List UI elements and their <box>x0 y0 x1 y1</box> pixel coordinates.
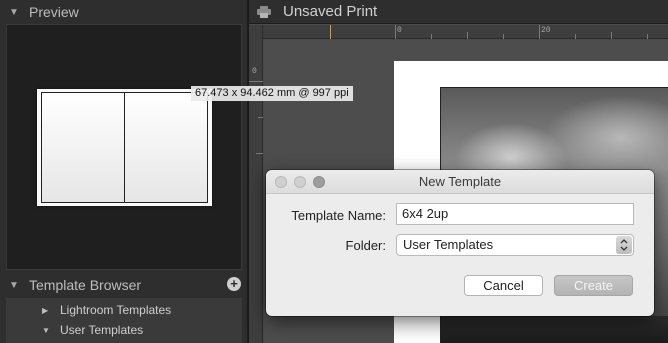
cancel-button[interactable]: Cancel <box>464 275 543 296</box>
template-browser-list: ▶ Lightroom Templates ▼ User Templates <box>6 298 242 343</box>
ruler-left: 0 <box>249 25 263 343</box>
preview-box <box>6 24 242 270</box>
dialog-title-bar: New Template <box>266 170 654 194</box>
create-button[interactable]: Create <box>554 275 633 296</box>
ruler-guide-marker[interactable] <box>330 25 331 39</box>
photo-dimensions-label: 67.473 x 94.462 mm @ 997 ppi <box>191 86 353 101</box>
layout-preview-page <box>37 89 212 206</box>
add-template-plus-icon[interactable]: + <box>227 277 241 291</box>
printer-icon <box>257 5 271 18</box>
ruler-top-label: 0 <box>397 26 402 35</box>
dialog-title: New Template <box>418 174 502 189</box>
template-name-label: Template Name: <box>291 208 386 223</box>
ruler-top: 0 20 <box>263 25 668 39</box>
collapse-triangle-icon: ▼ <box>9 6 19 18</box>
template-name-input[interactable]: 6x4 2up <box>396 203 634 225</box>
template-folder-lightroom[interactable]: ▶ Lightroom Templates <box>6 300 242 320</box>
collapse-triangle-icon: ▼ <box>9 279 19 291</box>
document-title: Unsaved Print <box>283 3 378 20</box>
layout-preview-cell-2 <box>124 92 208 203</box>
preview-panel-header[interactable]: ▼ Preview <box>0 1 248 23</box>
new-template-dialog: New Template Template Name: 6x4 2up Fold… <box>266 170 654 316</box>
template-folder-label: Lightroom Templates <box>60 303 172 317</box>
folder-select-value: User Templates <box>403 237 494 252</box>
photo-landscape <box>441 316 668 343</box>
template-browser-header[interactable]: ▼ Template Browser + <box>0 274 248 296</box>
ruler-left-label: 0 <box>252 67 257 76</box>
template-browser-label: Template Browser <box>29 277 142 293</box>
expand-triangle-icon[interactable]: ▶ <box>42 306 52 315</box>
lightroom-print-window: ▼ Preview ▼ Template Browser + ▶ Lightro… <box>0 0 668 343</box>
folder-select[interactable]: User Templates <box>396 234 634 256</box>
template-folder-user[interactable]: ▼ User Templates <box>6 320 242 340</box>
left-panel: ▼ Preview ▼ Template Browser + ▶ Lightro… <box>0 0 248 343</box>
collapse-triangle-icon[interactable]: ▼ <box>42 326 52 335</box>
folder-label: Folder: <box>345 238 386 253</box>
template-folder-label: User Templates <box>60 323 144 337</box>
ruler-top-label: 20 <box>541 26 551 35</box>
select-stepper-icon[interactable] <box>616 236 632 254</box>
layout-preview-cell-1 <box>41 92 125 203</box>
print-title-bar: Unsaved Print <box>249 0 668 24</box>
preview-header-label: Preview <box>29 4 79 20</box>
